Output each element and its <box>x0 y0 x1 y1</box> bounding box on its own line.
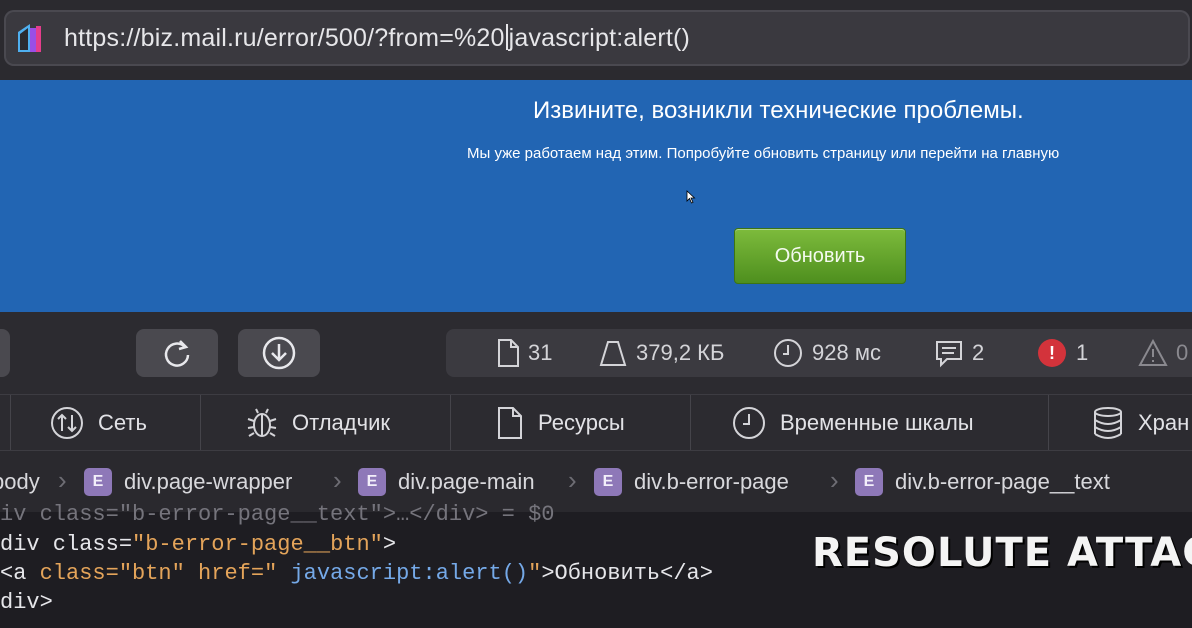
breadcrumb-separator-icon: › <box>333 465 342 495</box>
clock-icon <box>733 407 765 439</box>
breadcrumb-item-error-page[interactable]: E div.b-error-page <box>594 465 789 499</box>
dom-line-close-div[interactable]: div> <box>0 588 53 617</box>
transfer-size-value: 379,2 КБ <box>636 340 725 365</box>
code-tag: > <box>382 532 397 557</box>
console-logs-value: 2 <box>972 340 985 365</box>
message-icon <box>936 341 962 368</box>
breadcrumb-separator-icon: › <box>58 465 67 495</box>
element-badge-icon: E <box>84 468 112 496</box>
tab-network-label: Сеть <box>98 410 147 435</box>
download-icon <box>262 336 296 370</box>
toolbar-button-partial[interactable] <box>0 329 10 377</box>
load-time[interactable]: 928 мс <box>772 329 881 377</box>
load-time-value: 928 мс <box>812 340 881 365</box>
page-viewport: Извините, возникли технические проблемы.… <box>0 80 1192 312</box>
breadcrumb-item-body-label: body <box>0 469 40 494</box>
mouse-cursor-icon <box>686 190 696 204</box>
url-part-after-caret: javascript:alert() <box>508 24 691 52</box>
tab-storage-label: Хран <box>1138 410 1190 435</box>
dom-line-selected[interactable]: iv class="b-error-page__text">…</div> = … <box>0 500 555 529</box>
reload-button[interactable] <box>136 329 218 377</box>
warning-icon <box>1138 338 1168 366</box>
error-icon: ! <box>1038 339 1066 367</box>
code-attr-value: "btn" <box>118 561 185 586</box>
element-badge-icon: E <box>855 468 883 496</box>
tab-timelines[interactable]: Временные шкалы <box>732 395 1049 451</box>
site-favicon-icon <box>18 24 41 52</box>
tab-network[interactable]: Сеть <box>50 395 201 451</box>
element-badge-icon: E <box>358 468 386 496</box>
error-subtitle: Мы уже работаем над этим. Попробуйте обн… <box>467 145 1060 162</box>
database-icon <box>1094 407 1122 439</box>
breadcrumb-item-error-text-label: div.b-error-page__text <box>895 469 1110 494</box>
code-attr-name: href= <box>184 561 265 586</box>
code-tag: <a <box>0 561 40 586</box>
breadcrumb-item-page-main[interactable]: E div.page-main <box>358 465 535 499</box>
breadcrumb-item-error-text[interactable]: E div.b-error-page__text <box>855 465 1110 499</box>
console-warnings-value: 0 <box>1176 340 1189 365</box>
resource-count[interactable]: 31 <box>496 329 552 377</box>
code-attr-name: class= <box>39 561 119 586</box>
url-part-before-caret: https://biz.mail.ru/error/500/?from=%20 <box>64 24 505 52</box>
tab-storage[interactable]: Хран <box>1092 395 1192 451</box>
code-attr-value: " <box>264 561 291 586</box>
console-errors-value: 1 <box>1076 340 1089 365</box>
breadcrumb-separator-icon: › <box>830 465 839 495</box>
code-attr-value: "b-error-page__btn" <box>132 532 383 557</box>
code-attr-value: " <box>528 561 542 586</box>
code-tag: div class= <box>0 532 133 557</box>
breadcrumb-item-page-main-label: div.page-main <box>398 469 535 494</box>
code-javascript-value: javascript:alert() <box>290 561 529 586</box>
dom-line-anchor[interactable]: <a class="btn" href=" javascript:alert()… <box>0 559 713 588</box>
tab-debugger[interactable]: Отладчик <box>246 395 451 451</box>
transfer-size[interactable]: 379,2 КБ <box>598 329 724 377</box>
bug-icon <box>247 408 277 437</box>
console-warnings[interactable]: 0 <box>1138 329 1188 377</box>
url-text[interactable]: https://biz.mail.ru/error/500/?from=%20 j… <box>64 24 690 53</box>
tab-partial[interactable] <box>0 395 11 451</box>
network-icon <box>51 407 83 439</box>
devtools-toolbar: 31 379,2 КБ 928 мс 2 ! 1 0 <box>0 312 1192 394</box>
console-logs[interactable]: 2 <box>934 329 984 377</box>
breadcrumb-item-body[interactable]: body <box>0 465 40 499</box>
tab-timelines-label: Временные шкалы <box>780 410 974 435</box>
devtools-tab-bar: Сеть Отладчик Ресурсы Временные шкалы Хр… <box>0 394 1192 451</box>
weight-icon <box>599 341 627 366</box>
text-caret <box>505 24 508 50</box>
address-field[interactable]: https://biz.mail.ru/error/500/?from=%20 j… <box>4 10 1190 66</box>
watermark: RESOLUTE ATTACK <box>812 530 1192 576</box>
document-icon <box>498 339 519 367</box>
reload-icon <box>164 340 190 367</box>
tab-resources-label: Ресурсы <box>538 410 625 435</box>
breadcrumb-item-error-page-label: div.b-error-page <box>634 469 789 494</box>
breadcrumb-item-page-wrapper-label: div.page-wrapper <box>124 469 293 494</box>
console-errors[interactable]: ! 1 <box>1038 329 1088 377</box>
refresh-button[interactable]: Обновить <box>734 228 906 284</box>
clock-icon <box>774 339 802 367</box>
breadcrumb-item-page-wrapper[interactable]: E div.page-wrapper <box>84 465 292 499</box>
tab-resources[interactable]: Ресурсы <box>496 395 691 451</box>
document-icon <box>498 407 522 439</box>
element-badge-icon: E <box>594 468 622 496</box>
error-title: Извините, возникли технические проблемы. <box>533 97 1024 124</box>
resource-count-value: 31 <box>528 340 553 365</box>
address-bar-area: https://biz.mail.ru/error/500/?from=%20 j… <box>0 0 1192 80</box>
code-tag: >Обновить</a> <box>541 561 713 586</box>
download-button[interactable] <box>238 329 320 377</box>
tab-debugger-label: Отладчик <box>292 410 390 435</box>
dom-line-btn-div[interactable]: div class="b-error-page__btn"> <box>0 530 396 559</box>
page-stats-panel: 31 379,2 КБ 928 мс 2 ! 1 0 <box>446 329 1192 377</box>
breadcrumb-separator-icon: › <box>568 465 577 495</box>
